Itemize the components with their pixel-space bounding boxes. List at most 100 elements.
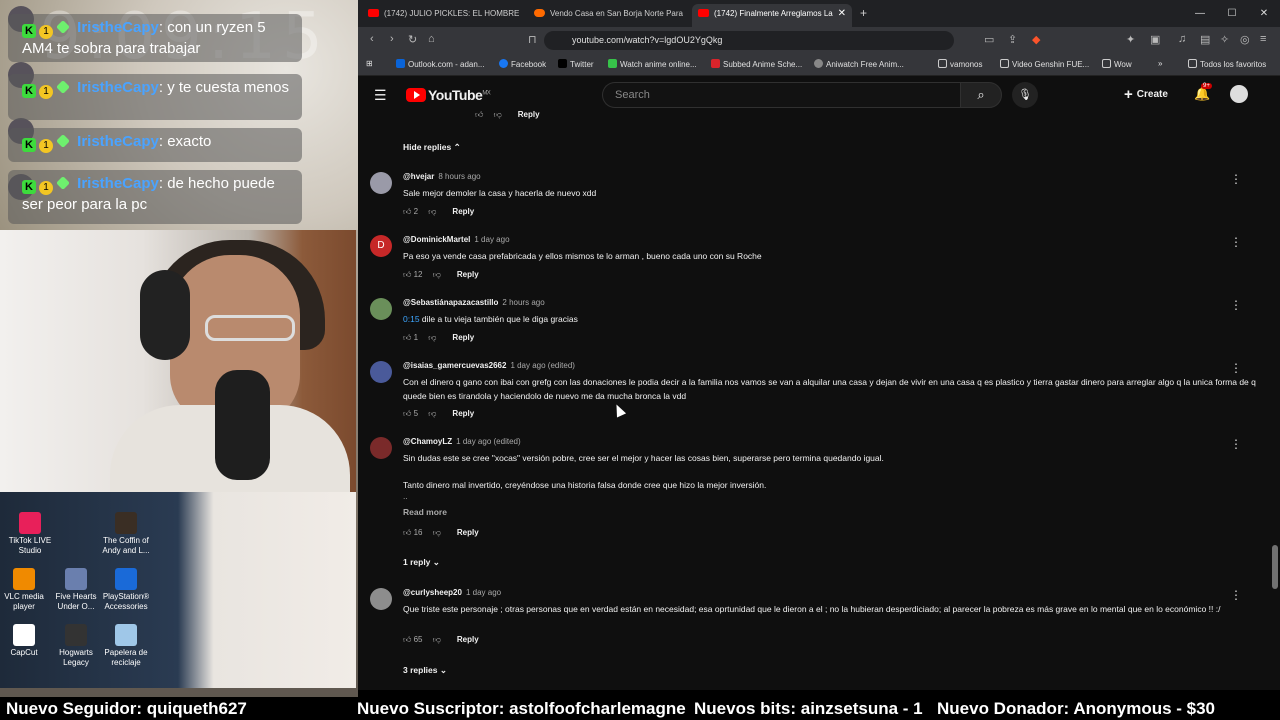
account-avatar[interactable] xyxy=(1230,85,1248,103)
youtube-logo[interactable]: YouTubeMX xyxy=(406,87,491,103)
more-options-icon[interactable]: ⋮ xyxy=(1230,588,1242,602)
hide-replies-button[interactable]: Hide replies ⌃ xyxy=(403,142,461,153)
dislike-icon[interactable]: 👎︎ xyxy=(433,270,441,279)
scrollbar-thumb[interactable] xyxy=(1272,545,1278,589)
bookmark-item[interactable]: Aniwatch Free Anim... xyxy=(814,59,904,69)
desktop-shortcut[interactable]: Papelera de reciclaje xyxy=(96,624,156,668)
apps-icon[interactable]: ⊞ xyxy=(366,59,373,68)
bookmark-item[interactable]: Subbed Anime Sche... xyxy=(711,59,802,69)
shortcut-label: Hogwarts Legacy xyxy=(59,648,93,667)
bookmark-folder[interactable]: Todos los favoritos xyxy=(1188,59,1266,69)
dislike-icon[interactable]: 👎︎ xyxy=(433,528,441,537)
desktop-shortcut[interactable]: PlayStation® Accessories xyxy=(96,568,156,612)
cast-icon[interactable]: ▭ xyxy=(984,33,994,46)
comment-author[interactable]: @hvejar 8 hours ago xyxy=(403,172,481,181)
bookmark-page-icon[interactable]: ⊓ xyxy=(528,33,537,46)
like-icon[interactable]: 👍︎ xyxy=(475,110,483,119)
close-window-icon[interactable]: ✕ xyxy=(1248,0,1280,27)
new-tab-button[interactable]: + xyxy=(854,4,878,27)
like-icon[interactable]: 👍︎ xyxy=(403,333,411,342)
more-options-icon[interactable]: ⋮ xyxy=(1230,235,1242,249)
dislike-icon[interactable]: 👎︎ xyxy=(428,207,436,216)
read-more-button[interactable]: Read more xyxy=(403,506,1258,520)
chevron-down-icon: ⌄ xyxy=(432,557,440,567)
show-replies-button[interactable]: 1 reply ⌄ xyxy=(403,557,440,568)
hamburger-menu-icon[interactable]: ☰ xyxy=(374,87,387,104)
bookmark-item[interactable]: Twitter xyxy=(558,59,594,69)
sidebar-icon[interactable]: ▣ xyxy=(1150,33,1160,46)
browser-tab[interactable]: (1742) JULIO PICKLES: EL HOMBRE MÁS xyxy=(362,4,522,27)
commenter-avatar[interactable] xyxy=(370,588,392,610)
desktop-shortcut[interactable]: TikTok LIVE Studio xyxy=(0,512,60,556)
reply-button[interactable]: Reply xyxy=(457,270,479,279)
leo-icon[interactable]: ✧ xyxy=(1220,33,1229,46)
game-icon xyxy=(65,568,87,590)
comment-author[interactable]: @ChamoyLZ 1 day ago (edited) xyxy=(403,437,521,446)
close-tab-icon[interactable]: ✕ xyxy=(838,4,846,23)
maximize-icon[interactable]: ☐ xyxy=(1216,0,1248,27)
more-options-icon[interactable]: ⋮ xyxy=(1230,437,1242,451)
tiktok-icon xyxy=(19,512,41,534)
voice-search-icon[interactable]: 🎙 xyxy=(1012,82,1038,108)
reply-button[interactable]: Reply xyxy=(457,635,479,644)
bookmark-item[interactable]: Outlook.com - adan... xyxy=(396,59,484,69)
more-bookmarks-icon[interactable]: » xyxy=(1158,59,1162,68)
like-icon[interactable]: 👍︎ xyxy=(403,635,411,644)
bookmark-folder[interactable]: Video Genshin FUE... xyxy=(1000,59,1089,69)
home-icon[interactable]: ⌂ xyxy=(428,33,435,45)
more-options-icon[interactable]: ⋮ xyxy=(1230,361,1242,375)
bookmark-folder[interactable]: Wow xyxy=(1102,59,1132,69)
reply-button[interactable]: Reply xyxy=(452,333,474,342)
desktop-shortcut[interactable]: The Coffin of Andy and L... xyxy=(96,512,156,556)
like-icon[interactable]: 👍︎ xyxy=(403,409,411,418)
commenter-avatar[interactable]: D xyxy=(370,235,392,257)
browser-tab-active[interactable]: (1742) Finalmente Arreglamos La ✕ xyxy=(692,4,852,27)
search-input[interactable]: Search xyxy=(602,82,960,108)
more-options-icon[interactable]: ⋮ xyxy=(1230,172,1242,186)
search-button[interactable]: ⌕ xyxy=(960,82,1002,108)
reply-button[interactable]: Reply xyxy=(452,409,474,418)
media-icon[interactable]: ♫ xyxy=(1178,33,1186,45)
show-replies-button[interactable]: 3 replies ⌄ xyxy=(403,665,447,676)
brave-shield-icon[interactable]: ◆ xyxy=(1032,33,1040,46)
comment-author[interactable]: @curlysheep20 1 day ago xyxy=(403,588,501,597)
like-count: 65 xyxy=(413,635,423,644)
create-button[interactable]: + Create xyxy=(1124,86,1168,103)
commenter-avatar[interactable] xyxy=(370,361,392,383)
dislike-icon[interactable]: 👎︎ xyxy=(428,333,436,342)
forward-icon[interactable]: › xyxy=(390,33,394,45)
menu-icon[interactable]: ≡ xyxy=(1260,33,1266,45)
reload-icon[interactable]: ↻ xyxy=(408,33,417,46)
like-icon[interactable]: 👍︎ xyxy=(403,528,411,537)
bookmark-item[interactable]: Watch anime online... xyxy=(608,59,697,69)
like-icon[interactable]: 👍︎ xyxy=(403,207,411,216)
commenter-avatar[interactable] xyxy=(370,172,392,194)
dislike-icon[interactable]: 👎︎ xyxy=(494,110,502,119)
extensions-icon[interactable]: ✦ xyxy=(1126,33,1135,46)
comment-author[interactable]: @DominickMartel 1 day ago xyxy=(403,235,510,244)
share-icon[interactable]: ⇪ xyxy=(1008,33,1017,46)
back-icon[interactable]: ‹ xyxy=(370,33,374,45)
address-bar[interactable]: youtube.com/watch?v=lgdOU2YgQkg xyxy=(544,31,954,50)
author-name: @curlysheep20 xyxy=(403,588,462,597)
dislike-icon[interactable]: 👎︎ xyxy=(428,409,436,418)
commenter-avatar[interactable] xyxy=(370,298,392,320)
reply-button[interactable]: Reply xyxy=(452,207,474,216)
reply-button[interactable]: Reply xyxy=(457,528,479,537)
dislike-icon[interactable]: 👎︎ xyxy=(433,635,441,644)
timestamp-link[interactable]: 0:15 xyxy=(403,314,420,324)
vpn-icon[interactable]: ◎ xyxy=(1240,33,1250,46)
like-icon[interactable]: 👍︎ xyxy=(403,270,411,279)
reply-button[interactable]: Reply xyxy=(518,110,540,119)
shortcut-label: Papelera de reciclaje xyxy=(104,648,148,667)
bookmark-item[interactable]: Facebook xyxy=(499,59,546,69)
minimize-icon[interactable]: — xyxy=(1184,0,1216,27)
shortcut-label: VLC media player xyxy=(4,592,44,611)
comment-author[interactable]: @Sebastiánapazacastillo 2 hours ago xyxy=(403,298,545,307)
browser-tab[interactable]: Vendo Casa en San Borja Norte Para xyxy=(528,4,688,27)
comment-author[interactable]: @isaias_gamercuevas2662 1 day ago (edited… xyxy=(403,361,575,370)
more-options-icon[interactable]: ⋮ xyxy=(1230,298,1242,312)
bookmark-folder[interactable]: vamonos xyxy=(938,59,982,69)
wallet-icon[interactable]: ▤ xyxy=(1200,33,1210,46)
commenter-avatar[interactable] xyxy=(370,437,392,459)
